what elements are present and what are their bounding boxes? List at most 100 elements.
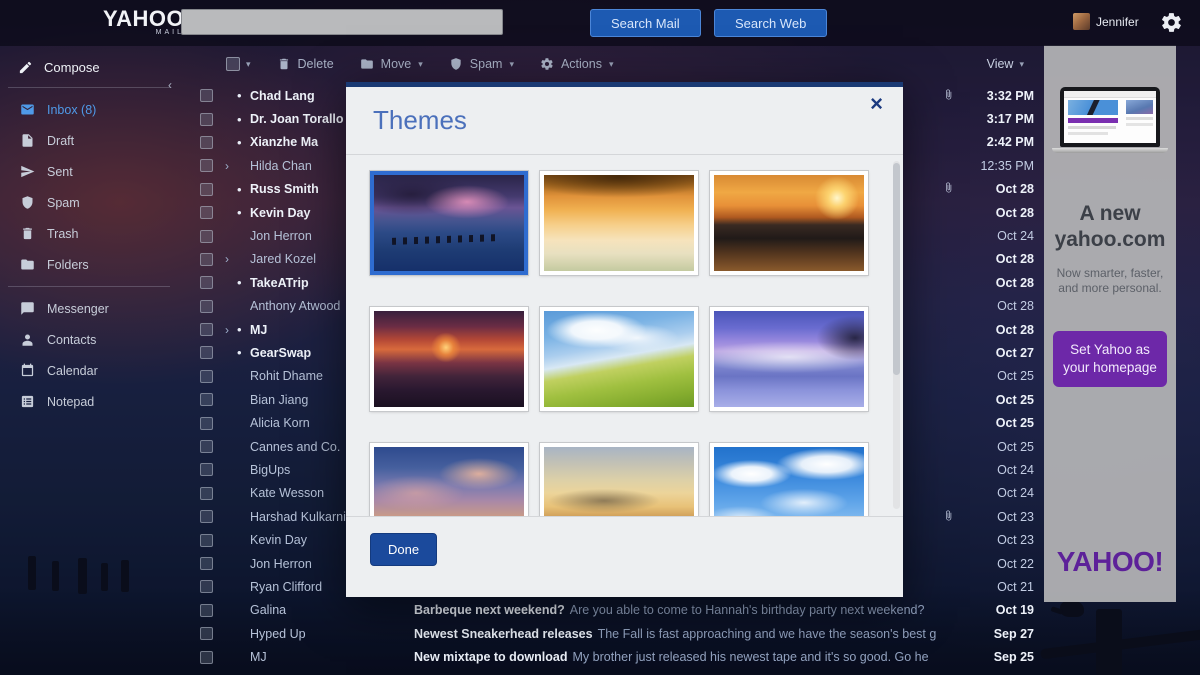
trash-icon (277, 57, 291, 71)
sidebar-item-label: Contacts (47, 333, 96, 347)
theme-thumbnail-dusk-clouds[interactable] (370, 443, 528, 517)
row-checkbox[interactable] (200, 627, 213, 640)
done-button[interactable]: Done (370, 533, 437, 566)
actions-button[interactable]: Actions ▾ (540, 57, 614, 71)
theme-thumbnail-crimson-shore[interactable] (370, 307, 528, 411)
row-checkbox[interactable] (200, 206, 213, 219)
settings-gear-icon[interactable] (1160, 11, 1183, 34)
trash-icon (20, 226, 35, 241)
row-checkbox[interactable] (200, 393, 213, 406)
mini-text-line (1068, 126, 1116, 129)
row-checkbox[interactable] (200, 230, 213, 243)
replied-arrow-icon: › (217, 252, 237, 266)
email-timestamp: 3:32 PM (960, 89, 1040, 103)
email-timestamp: Oct 28 (960, 206, 1040, 220)
select-all-checkbox[interactable]: ▾ (226, 57, 251, 71)
row-checkbox[interactable] (200, 253, 213, 266)
delete-label: Delete (298, 57, 334, 71)
row-checkbox[interactable] (200, 113, 213, 126)
theme-thumbnail-blue-sky-clouds[interactable] (710, 443, 868, 517)
unread-dot-icon: • (237, 322, 250, 337)
row-checkbox[interactable] (200, 276, 213, 289)
row-checkbox[interactable] (200, 651, 213, 664)
sidebar-item-spam[interactable]: Spam (0, 187, 180, 218)
sidebar-item-trash[interactable]: Trash (0, 218, 180, 249)
theme-thumbnail-winter-lake[interactable] (710, 307, 868, 411)
row-checkbox[interactable] (200, 487, 213, 500)
row-checkbox[interactable] (200, 300, 213, 313)
email-timestamp: Oct 23 (960, 510, 1040, 524)
row-checkbox[interactable] (200, 463, 213, 476)
sidebar-divider: ‹ (8, 87, 170, 88)
unread-dot-icon: • (237, 135, 250, 150)
compose-button[interactable]: Compose (0, 46, 180, 85)
email-timestamp: Oct 23 (960, 533, 1040, 547)
ad-column: A new yahoo.com Now smarter, faster, and… (1044, 45, 1176, 602)
theme-thumbnail-flower-field[interactable] (540, 307, 698, 411)
user-menu[interactable]: Jennifer (1073, 13, 1139, 30)
email-row[interactable]: MJNew mixtape to downloadMy brother just… (180, 645, 1040, 668)
sidebar-item-draft[interactable]: Draft (0, 125, 180, 156)
toolbar: ▾ Delete Move ▾ Spam ▾ Actions ▾ View ▾ (180, 46, 1040, 82)
unread-dot-icon: • (237, 345, 250, 360)
close-icon[interactable]: × (870, 91, 883, 117)
search-mail-button[interactable]: Search Mail (590, 9, 701, 37)
row-checkbox[interactable] (200, 159, 213, 172)
theme-thumbnail-golden-sky[interactable] (540, 443, 698, 517)
email-row[interactable]: Hyped UpNewest Sneakerhead releasesThe F… (180, 622, 1040, 645)
row-checkbox[interactable] (200, 534, 213, 547)
search-web-button[interactable]: Search Web (714, 9, 827, 37)
user-name: Jennifer (1096, 15, 1139, 29)
sidebar-item-messenger[interactable]: Messenger (0, 293, 180, 324)
email-timestamp: Oct 22 (960, 557, 1040, 571)
spam-button[interactable]: Spam ▾ (449, 57, 514, 71)
row-checkbox[interactable] (200, 323, 213, 336)
sidebar-item-sent[interactable]: Sent (0, 156, 180, 187)
email-row[interactable]: GalinaBarbeque next weekend?Are you able… (180, 599, 1040, 622)
unread-dot-icon: • (237, 112, 250, 127)
email-timestamp: Oct 24 (960, 229, 1040, 243)
sidebar-item-notepad[interactable]: Notepad (0, 386, 180, 417)
row-checkbox[interactable] (200, 89, 213, 102)
sidebar-item-folders[interactable]: Folders (0, 249, 180, 280)
view-dropdown[interactable]: View ▾ (987, 57, 1024, 71)
row-checkbox[interactable] (200, 417, 213, 430)
sidebar-item-contacts[interactable]: Contacts (0, 324, 180, 355)
row-checkbox[interactable] (200, 440, 213, 453)
collapse-sidebar-icon[interactable]: ‹ (168, 78, 172, 92)
row-checkbox[interactable] (200, 557, 213, 570)
delete-button[interactable]: Delete (277, 57, 334, 71)
row-checkbox[interactable] (200, 604, 213, 617)
yahoo-mail-logo[interactable]: YAHOO! MAIL (103, 6, 192, 36)
scrollbar-thumb[interactable] (893, 163, 900, 375)
sidebar-item-calendar[interactable]: Calendar (0, 355, 180, 386)
set-homepage-button[interactable]: Set Yahoo as your homepage (1053, 331, 1167, 387)
theme-thumbnail-golden-mist[interactable] (540, 171, 698, 275)
theme-thumbnail-twilight-pier[interactable] (370, 171, 528, 275)
row-checkbox[interactable] (200, 136, 213, 149)
plane-icon (20, 164, 35, 179)
mini-text-line (1126, 123, 1153, 126)
row-checkbox[interactable] (200, 346, 213, 359)
folder-icon (360, 57, 374, 71)
avatar (1073, 13, 1090, 30)
row-checkbox[interactable] (200, 580, 213, 593)
calendar-icon (20, 363, 35, 378)
row-checkbox[interactable] (200, 510, 213, 523)
view-label: View (987, 57, 1014, 71)
mini-purple-bar (1068, 118, 1118, 123)
email-subject: Barbeque next weekend?Are you able to co… (414, 603, 943, 617)
theme-thumbnail-beach-sunset[interactable] (710, 171, 868, 275)
row-checkbox[interactable] (200, 183, 213, 196)
sidebar-item-inbox[interactable]: Inbox (8) (0, 94, 180, 125)
sidebar-item-label: Messenger (47, 302, 109, 316)
email-timestamp: Oct 28 (960, 252, 1040, 266)
checkbox-icon (226, 57, 240, 71)
spam-label: Spam (470, 57, 503, 71)
search-input[interactable] (181, 9, 503, 35)
unread-dot-icon: • (237, 182, 250, 197)
chevron-down-icon: ▾ (509, 59, 514, 70)
row-checkbox[interactable] (200, 370, 213, 383)
move-button[interactable]: Move ▾ (360, 57, 423, 71)
sidebar-item-label: Sent (47, 165, 73, 179)
